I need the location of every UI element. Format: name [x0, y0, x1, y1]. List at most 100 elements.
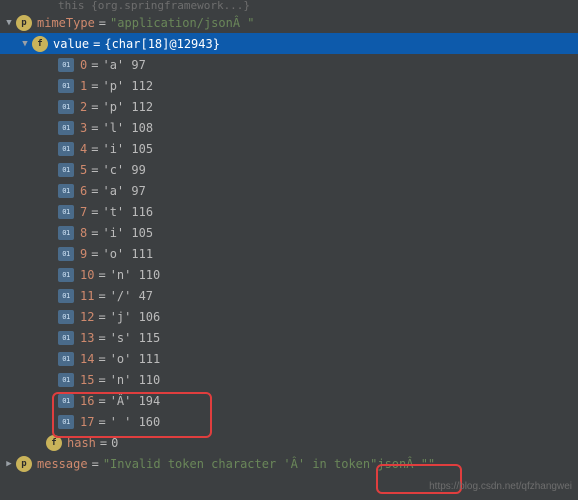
- array-item-row[interactable]: 015='c' 99: [0, 159, 578, 180]
- equals-sign: =: [98, 289, 105, 303]
- array-item-row[interactable]: 0110='n' 110: [0, 264, 578, 285]
- var-name: hash: [67, 436, 96, 450]
- equals-sign: =: [98, 373, 105, 387]
- char-element-icon: 01: [58, 163, 74, 177]
- array-item-row[interactable]: 01 15 = 'n' 110: [0, 369, 578, 390]
- equals-sign: =: [100, 436, 107, 450]
- equals-sign: =: [91, 163, 98, 177]
- equals-sign: =: [98, 415, 105, 429]
- char-element-icon: 01: [58, 373, 74, 387]
- char-element-icon: 01: [58, 121, 74, 135]
- array-index: 6: [80, 184, 87, 198]
- array-item-row[interactable]: 01 17 = ' ' 160: [0, 411, 578, 432]
- var-name: mimeType: [37, 16, 95, 30]
- var-value: 0: [111, 436, 118, 450]
- array-item-row[interactable]: 014='i' 105: [0, 138, 578, 159]
- char-element-icon: 01: [58, 79, 74, 93]
- equals-sign: =: [91, 205, 98, 219]
- equals-sign: =: [91, 226, 98, 240]
- array-index: 1: [80, 79, 87, 93]
- array-item-row[interactable]: 016='a' 97: [0, 180, 578, 201]
- array-item-row[interactable]: 0113='s' 115: [0, 327, 578, 348]
- var-row-mimetype[interactable]: ▼ p mimeType = "application/jsonÂ ": [0, 12, 578, 33]
- equals-sign: =: [99, 16, 106, 30]
- equals-sign: =: [98, 352, 105, 366]
- char-element-icon: 01: [58, 142, 74, 156]
- equals-sign: =: [91, 142, 98, 156]
- equals-sign: =: [98, 394, 105, 408]
- array-index: 10: [80, 268, 94, 282]
- char-element-icon: 01: [58, 205, 74, 219]
- array-index: 2: [80, 100, 87, 114]
- array-value: 'c' 99: [102, 163, 145, 177]
- char-element-icon: 01: [58, 226, 74, 240]
- array-index: 3: [80, 121, 87, 135]
- array-index: 11: [80, 289, 94, 303]
- array-value: 'p' 112: [102, 79, 153, 93]
- char-element-icon: 01: [58, 100, 74, 114]
- array-index: 0: [80, 58, 87, 72]
- var-row-value[interactable]: ▼ f value = {char[18]@12943}: [0, 33, 578, 54]
- array-item-row[interactable]: 012='p' 112: [0, 96, 578, 117]
- array-value: ' ' 160: [110, 415, 161, 429]
- array-item-row[interactable]: 0111='/' 47: [0, 285, 578, 306]
- char-element-icon: 01: [58, 331, 74, 345]
- equals-sign: =: [93, 37, 100, 51]
- array-item-row[interactable]: 01 1 = 'p' 112: [0, 75, 578, 96]
- field-badge-icon: f: [46, 435, 62, 451]
- collapse-arrow-icon[interactable]: ▼: [4, 18, 14, 28]
- var-row-hash[interactable]: ▶ f hash = 0: [0, 432, 578, 453]
- equals-sign: =: [91, 79, 98, 93]
- array-value: 'j' 106: [110, 310, 161, 324]
- field-badge-icon: f: [32, 36, 48, 52]
- var-name: value: [53, 37, 89, 51]
- array-item-row[interactable]: 01 14 = 'o' 111: [0, 348, 578, 369]
- property-badge-icon: p: [16, 456, 32, 472]
- array-item-row[interactable]: 01 8 = 'i' 105: [0, 222, 578, 243]
- expand-arrow-icon[interactable]: ▶: [4, 459, 14, 469]
- char-element-icon: 01: [58, 247, 74, 261]
- equals-sign: =: [91, 121, 98, 135]
- array-index: 7: [80, 205, 87, 219]
- char-element-icon: 01: [58, 352, 74, 366]
- array-value: 'a' 97: [102, 58, 145, 72]
- var-value-prefix: "Invalid token character 'Â' in token: [103, 457, 370, 471]
- array-value: 'p' 112: [102, 100, 153, 114]
- equals-sign: =: [92, 457, 99, 471]
- char-element-icon: 01: [58, 394, 74, 408]
- array-item-row[interactable]: 0116='Â' 194: [0, 390, 578, 411]
- equals-sign: =: [98, 310, 105, 324]
- array-value: 'n' 110: [110, 268, 161, 282]
- var-row-message[interactable]: ▶ p message = "Invalid token character '…: [0, 453, 578, 474]
- char-element-icon: 01: [58, 310, 74, 324]
- array-index: 4: [80, 142, 87, 156]
- array-item-row[interactable]: 01 7 = 't' 116: [0, 201, 578, 222]
- char-element-icon: 01: [58, 415, 74, 429]
- array-value: 't' 116: [102, 205, 153, 219]
- array-value: 'a' 97: [102, 184, 145, 198]
- array-item-row[interactable]: 019='o' 111: [0, 243, 578, 264]
- equals-sign: =: [91, 58, 98, 72]
- array-value: 's' 115: [110, 331, 161, 345]
- array-value: 'o' 111: [102, 247, 153, 261]
- array-index: 17: [80, 415, 94, 429]
- char-element-icon: 01: [58, 184, 74, 198]
- array-value: 'n' 110: [110, 373, 161, 387]
- array-index: 15: [80, 373, 94, 387]
- equals-sign: =: [91, 247, 98, 261]
- truncated-context: this {org.springframework...}: [0, 0, 578, 12]
- array-item-row[interactable]: 01 0 = 'a' 97: [0, 54, 578, 75]
- array-item-row[interactable]: 01 3 = 'l' 108: [0, 117, 578, 138]
- array-item-row[interactable]: 0112='j' 106: [0, 306, 578, 327]
- array-value: 'Â' 194: [110, 394, 161, 408]
- property-badge-icon: p: [16, 15, 32, 31]
- array-index: 14: [80, 352, 94, 366]
- array-value: 'l' 108: [102, 121, 153, 135]
- array-value: 'i' 105: [102, 226, 153, 240]
- array-value: 'o' 111: [110, 352, 161, 366]
- char-element-icon: 01: [58, 289, 74, 303]
- collapse-arrow-icon[interactable]: ▼: [20, 39, 30, 49]
- char-element-icon: 01: [58, 58, 74, 72]
- var-value-highlight: "jsonÂ "": [370, 457, 435, 471]
- array-index: 8: [80, 226, 87, 240]
